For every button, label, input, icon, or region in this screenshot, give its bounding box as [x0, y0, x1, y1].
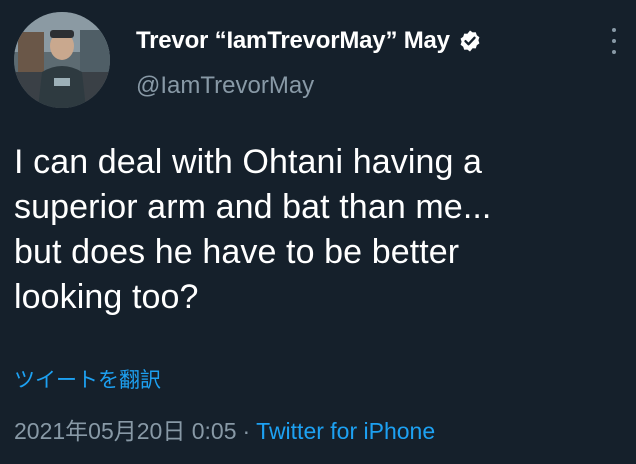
tweet-meta: 2021年05月20日 0:05 · Twitter for iPhone	[14, 412, 435, 446]
tweet-card: Trevor “IamTrevorMay” May @IamTrevorMay …	[0, 0, 636, 464]
source-link[interactable]: Twitter for iPhone	[256, 418, 435, 444]
tweet-line: superior arm and bat than me...	[14, 188, 492, 226]
meta-separator: ·	[242, 418, 251, 444]
tweet-text: I can deal with Ohtani having a superior…	[14, 140, 624, 320]
avatar[interactable]	[14, 12, 110, 108]
timestamp[interactable]: 2021年05月20日 0:05	[14, 418, 237, 444]
avatar-image	[14, 12, 110, 108]
translate-tweet-link[interactable]: ツイートを翻訳	[14, 364, 161, 394]
author-name-row[interactable]: Trevor “IamTrevorMay” May	[136, 24, 482, 58]
verified-badge-icon	[458, 29, 482, 53]
more-options-icon[interactable]	[606, 28, 622, 54]
tweet-line: I can deal with Ohtani having a	[14, 143, 483, 181]
display-name[interactable]: Trevor “IamTrevorMay” May	[136, 27, 450, 55]
user-handle[interactable]: @IamTrevorMay	[136, 72, 314, 100]
tweet-line: but does he have to be better	[14, 233, 460, 271]
tweet-line: looking too?	[14, 278, 199, 316]
